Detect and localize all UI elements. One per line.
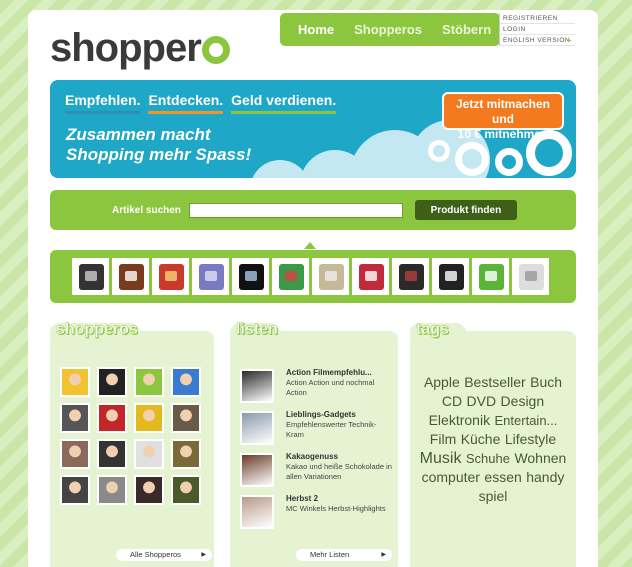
avatar[interactable] [171,403,201,433]
listen-title: listen [236,321,278,338]
avatar[interactable] [97,367,127,397]
find-product-button[interactable]: Produkt finden [414,200,517,220]
page-container: shopper Home Shopperos Stöbern REGISTRIE… [28,10,598,567]
arrow-right-icon: ▶ [201,552,206,558]
tag-link[interactable]: Entertain... [495,413,558,428]
register-link[interactable]: REGISTRIEREN [500,13,575,24]
list-thumbnail [240,369,274,403]
join-cta-button[interactable]: Jetzt mitmachen und 10 € mitnehmen [442,92,564,141]
avatar[interactable] [171,367,201,397]
list-item[interactable]: Herbst 2 MC Winkels Herbst-Highlights [240,493,392,533]
tagline-empfehlen: Empfehlen. [65,92,141,114]
utility-links: REGISTRIEREN LOGIN ENGLISH VERSION ▸ [499,13,575,46]
bubble-ring-icon [495,148,523,176]
product-thumbnail[interactable] [392,258,429,295]
tag-link[interactable]: Küche [461,431,501,447]
login-link[interactable]: LOGIN [500,24,575,35]
product-thumbnail[interactable] [472,258,509,295]
tag-link[interactable]: Buch [530,374,562,390]
product-thumbnail[interactable] [72,258,109,295]
nav-stoebern[interactable]: Stöbern [442,22,491,37]
avatar[interactable] [134,367,164,397]
nav-home[interactable]: Home [298,22,334,37]
product-strip [50,250,576,303]
product-thumbnail[interactable] [152,258,189,295]
list-thumbnail [240,453,274,487]
bubble-ring-icon [455,142,489,176]
product-thumbnail[interactable] [112,258,149,295]
search-bar: Artikel suchen Produkt finden [50,190,576,230]
tag-link[interactable]: Apple [424,374,460,390]
tag-link[interactable]: CD [442,393,462,409]
list-item[interactable]: Kakaogenuss Kakao und heiße Schokolade i… [240,451,392,491]
tag-link[interactable]: Film [430,431,456,447]
search-label: Artikel suchen [112,204,181,216]
product-thumbnail[interactable] [312,258,349,295]
tagline-geld-verdienen: Geld verdienen. [231,92,337,114]
shopperos-panel: shopperos Alle Shopperos ▶ [50,321,214,567]
avatar[interactable] [134,475,164,505]
search-input[interactable] [188,202,403,218]
listen-panel: listen Action Filmempfehlu... Action Act… [230,321,398,567]
list-item[interactable]: Action Filmempfehlu... Action Action und… [240,367,392,407]
avatar[interactable] [97,475,127,505]
tag-link[interactable]: spiel [479,488,508,504]
avatar[interactable] [134,403,164,433]
tag-link[interactable]: Elektronik [429,412,490,428]
avatar[interactable] [60,367,90,397]
product-thumbnail[interactable] [352,258,389,295]
avatar[interactable] [171,475,201,505]
tagline-entdecken: Entdecken. [148,92,224,114]
bubble-ring-icon [428,140,450,162]
tag-link[interactable]: Musik [420,450,462,467]
list-item[interactable]: Lieblings-Gadgets Empfehlenswerter Techn… [240,409,392,449]
banner-headline: Zusammen macht Shopping mehr Spass! [66,125,252,164]
banner-taglines: Empfehlen. Entdecken. Geld verdienen. [65,92,337,114]
avatar[interactable] [134,439,164,469]
tag-link[interactable]: Wohnen [514,450,566,466]
english-version-link[interactable]: ENGLISH VERSION ▸ [500,35,575,46]
strip-pointer-icon [304,242,316,249]
promo-banner[interactable]: Empfehlen. Entdecken. Geld verdienen. Zu… [50,80,576,178]
tag-cloud: Apple Bestseller Buch CD DVD Design Elek… [416,373,570,506]
avatar[interactable] [60,439,90,469]
tags-title: tags [416,321,449,338]
cloud-shape [250,160,310,178]
shoppero-logo[interactable]: shopper [50,26,230,71]
product-thumbnail[interactable] [192,258,229,295]
tag-link[interactable]: essen [484,469,521,485]
tag-link[interactable]: Schuhe [466,451,510,466]
logo-bubble-icon [201,36,230,64]
avatar[interactable] [60,475,90,505]
more-lists-button[interactable]: Mehr Listen ▶ [296,549,392,561]
tag-link[interactable]: DVD [467,393,497,409]
list-thumbnail [240,411,274,445]
avatar[interactable] [171,439,201,469]
avatar[interactable] [97,439,127,469]
tags-panel: tags Apple Bestseller Buch CD DVD Design… [410,321,576,567]
arrow-right-icon: ▶ [381,552,386,558]
arrow-right-icon: ▸ [568,37,572,44]
product-thumbnail[interactable] [432,258,469,295]
nav-shopperos[interactable]: Shopperos [354,22,422,37]
shopperos-title: shopperos [56,321,138,338]
product-thumbnail[interactable] [272,258,309,295]
tag-link[interactable]: computer [422,469,480,485]
product-thumbnail[interactable] [232,258,269,295]
product-thumbnail[interactable] [512,258,549,295]
tag-link[interactable]: Lifestyle [505,431,556,447]
list-thumbnail [240,495,274,529]
tag-link[interactable]: handy [526,469,564,485]
avatar[interactable] [97,403,127,433]
avatar[interactable] [60,403,90,433]
tag-link[interactable]: Design [501,393,545,409]
main-nav: Home Shopperos Stöbern [280,13,500,46]
avatar-grid [60,367,201,505]
all-shopperos-button[interactable]: Alle Shopperos ▶ [116,549,212,561]
tag-link[interactable]: Bestseller [464,374,525,390]
